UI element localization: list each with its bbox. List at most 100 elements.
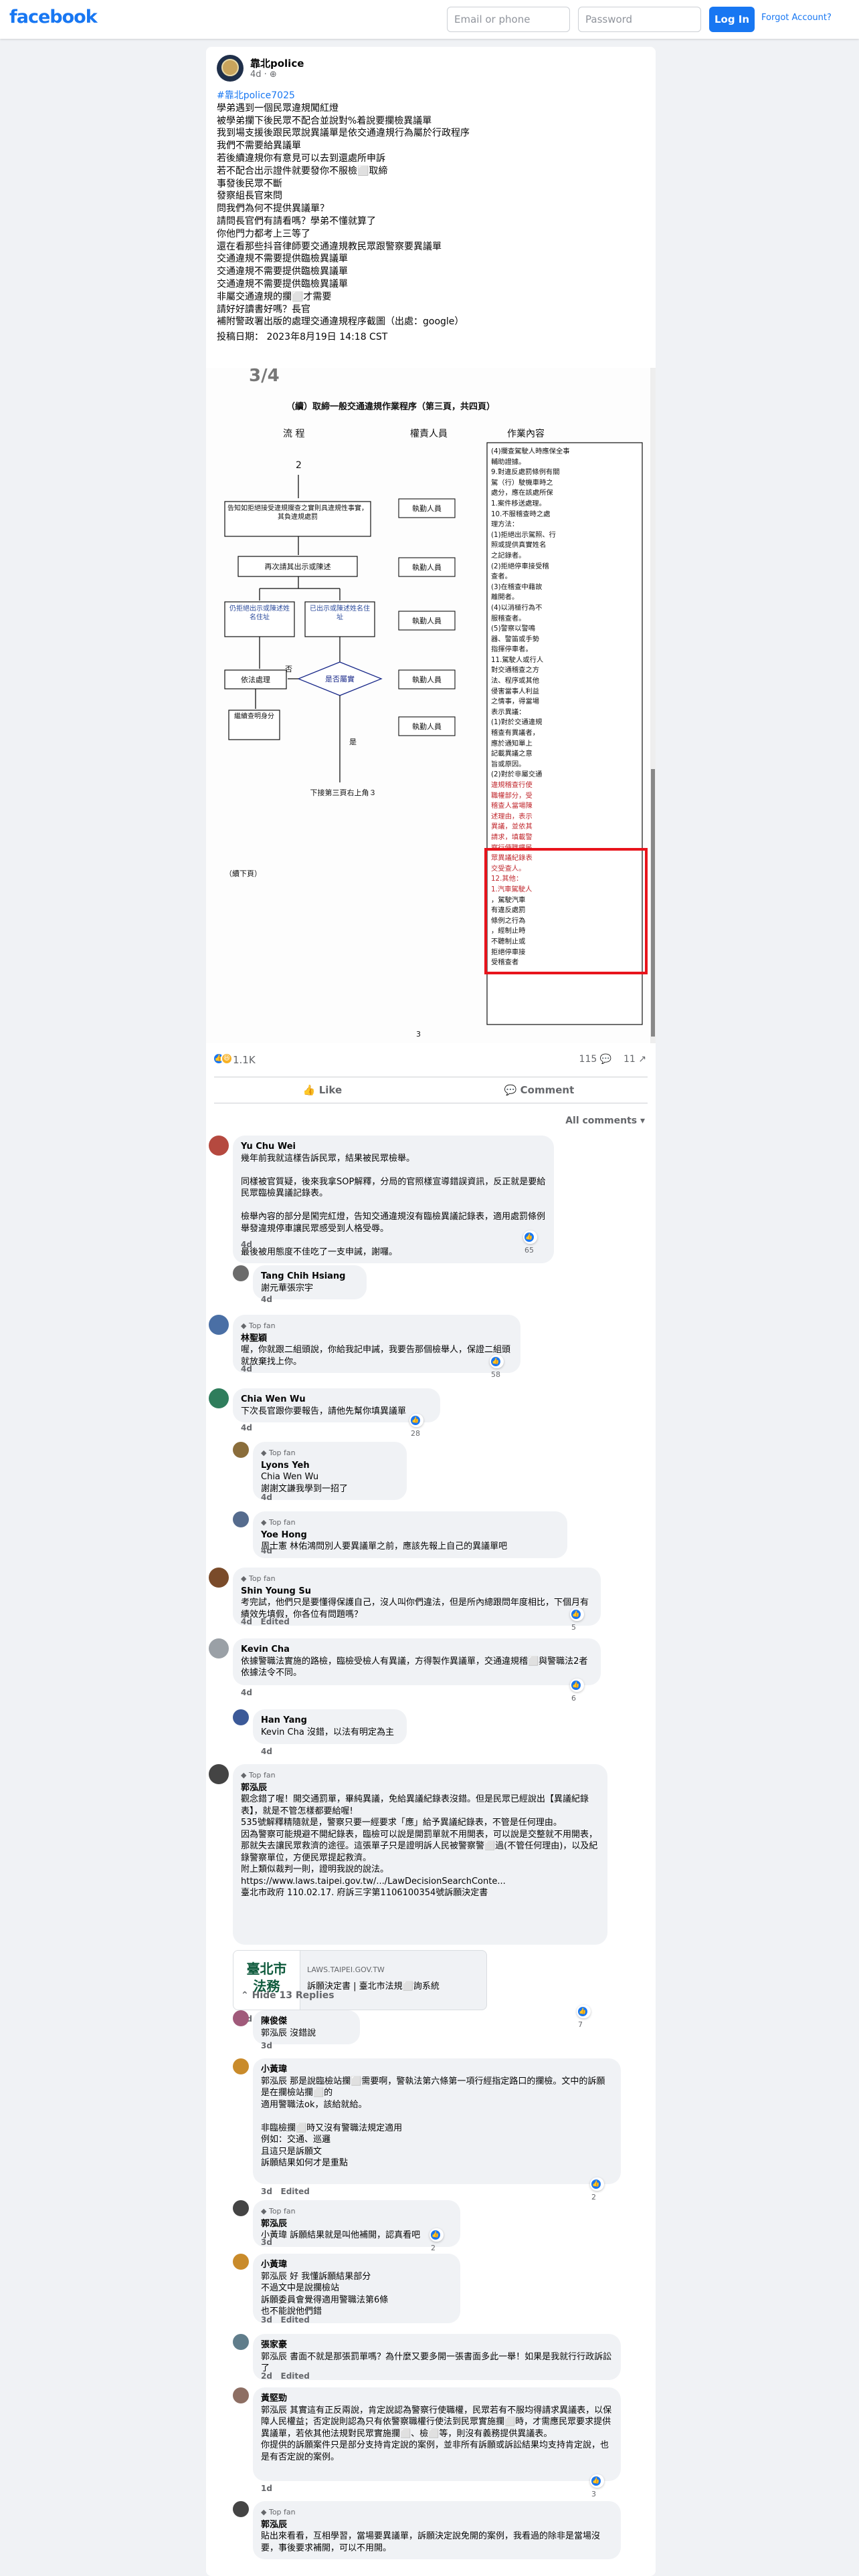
comment-reactions[interactable]: 👍5 [570,1608,584,1632]
reaction-icons[interactable]: 👍 😆 [213,1053,233,1066]
like-reaction-icon: 👍 [411,1416,420,1425]
commenter-name[interactable]: Shin Young Su [241,1586,593,1598]
comment-reactions[interactable]: 👍3 [590,2474,604,2498]
comment-meta: 4d Edited [241,1617,290,1626]
comment-time[interactable]: 4d [241,1423,252,1432]
page-avatar[interactable] [217,55,244,82]
commenter-avatar[interactable] [209,1315,229,1335]
like-reaction-icon: 👍 [524,1232,534,1242]
commenter-name[interactable]: 郭泓辰 [241,1782,599,1794]
comment-time[interactable]: 3d [261,2315,272,2325]
comment-time[interactable]: 4d [261,1295,272,1304]
forgot-account-link[interactable]: Forgot Account? [761,13,832,23]
content-line: 受稽查者 [491,958,519,967]
commenter-avatar[interactable] [209,1568,229,1588]
comment-sort-dropdown[interactable]: All comments ▾ [565,1115,645,1126]
comment-time[interactable]: 4d [241,1688,252,1697]
like-button[interactable]: 👍 Like [214,1077,431,1103]
comment-button[interactable]: 💬 Comment [431,1077,648,1103]
comment-reactions[interactable]: 👍 28 [409,1414,423,1438]
top-navigation-bar: facebook Email or phone Password Log In … [0,0,859,39]
commenter-avatar[interactable] [233,2501,249,2517]
comment-share-count[interactable]: 115 💬 11 ↗ [579,1054,646,1065]
content-line: 離開者。 [491,593,519,602]
commenter-avatar[interactable] [233,2387,249,2403]
comment-time[interactable]: 4d [241,1240,252,1249]
commenter-avatar[interactable] [233,1511,249,1527]
comment-reactions[interactable]: 👍6 [570,1679,584,1703]
flow-diamond-text: 是否屬實 [325,674,355,683]
comment-time[interactable]: 3d [261,2238,272,2247]
commenter-avatar[interactable] [209,1638,229,1658]
comment-time[interactable]: 4d [241,1364,252,1374]
commenter-name[interactable]: Yu Chu Wei [241,1141,546,1153]
commenter-name[interactable]: Yoe Hong [261,1529,559,1541]
comment-time[interactable]: 1d [261,2484,272,2493]
commenter-name[interactable]: Tang Chih Hsiang [261,1271,359,1283]
commenter-avatar[interactable] [233,2334,249,2350]
commenter-avatar[interactable] [209,1388,229,1408]
comment-label: Comment [520,1084,575,1096]
comment-time[interactable]: 3d [261,2187,272,2196]
commenter-name[interactable]: 張家豪 [261,2339,613,2351]
reaction-count[interactable]: 1.1K [233,1054,256,1066]
comment-text: 郭泓辰 沒錯說 [261,2028,316,2038]
password-input[interactable]: Password [578,7,701,32]
commenter-avatar[interactable] [233,1442,249,1458]
doc-page-number: 3 [416,1030,421,1039]
comment-reactions[interactable]: 👍7 [577,2005,591,2029]
comment-meta: 4d [261,1295,272,1304]
content-line: 駕（行）駛機車時之 [491,478,553,487]
comment-time[interactable]: 4d [261,1546,272,1555]
commenter-name[interactable]: Chia Wen Wu [241,1394,432,1406]
comment-reactions[interactable]: 👍 58 [490,1355,504,1379]
content-line: 侵害當事人利益 [491,687,540,695]
share-count[interactable]: 11 [624,1054,636,1065]
comment-text: 考完試，他們只是要懂得保護自己，沒人叫你們違法，但是所內總跟問年度相比，下個月有… [241,1598,589,1620]
commenter-avatar[interactable] [233,2010,249,2026]
comment-time[interactable]: 3d [261,2041,272,2050]
comment-reactions[interactable]: 👍2 [590,2177,604,2202]
comment-text: 貼出來看看，互相學習，當場要異議單，訴願決定說免開的案例，我看過的除非是當場沒要… [261,2531,601,2553]
comment-time[interactable]: 4d [261,1747,272,1756]
commenter-avatar[interactable] [233,2200,249,2216]
comment-time[interactable]: 2d [261,2371,272,2381]
content-line: 11.駕駛人或行人 [491,655,544,664]
commenter-name[interactable]: Han Yang [261,1715,399,1727]
commenter-name[interactable]: 小黃瑋 [261,2259,452,2271]
commenter-avatar[interactable] [233,2058,249,2074]
commenter-name[interactable]: Lyons Yeh [261,1460,399,1472]
email-input[interactable]: Email or phone [447,7,570,32]
commenter-name[interactable]: 林聖穎 [241,1333,512,1345]
hide-replies-toggle[interactable]: ⌃ Hide 13 Replies [241,1990,335,2001]
link-preview-card[interactable]: 臺北市 法務 LAWS.TAIPEI.GOV.TW 訴願決定書 | 臺北市法規⬜詢系… [233,1950,487,2010]
commenter-name[interactable]: Kevin Cha [241,1644,593,1656]
comment-text: 郭泓辰 好 我懂訴願結果部分 不過文中是說攔檢站 訴願委員會覺得適用警職法第6條… [261,2271,389,2317]
post-hashtag[interactable]: #靠北police7025 [217,90,295,101]
page-name[interactable]: 靠北police [250,56,304,70]
facebook-logo[interactable]: facebook [9,7,98,27]
commenter-avatar[interactable] [209,1764,229,1784]
comment-time[interactable]: 4d [241,1617,252,1626]
commenter-name[interactable]: 郭泓辰 [261,2218,452,2230]
commenter-name[interactable]: 郭泓辰 [261,2519,613,2531]
commenter-avatar[interactable] [233,2254,249,2270]
comment-reaction-count: 6 [571,1694,576,1703]
comment-time[interactable]: 4d [261,1493,272,1502]
comment-count[interactable]: 115 [579,1054,597,1065]
commenter-name[interactable]: 小黃瑋 [261,2064,613,2076]
comment-reactions[interactable]: 👍 65 [523,1230,537,1255]
commenter-name[interactable]: 陳俊傑 [261,2016,352,2028]
comment-reactions[interactable]: 👍2 [430,2228,444,2252]
post-timestamp[interactable]: 4d · ⊕ [250,70,277,80]
commenter-name[interactable]: 黃堅勁 [261,2393,613,2405]
commenter-avatar[interactable] [233,1709,249,1725]
comment-text: 依據警職法實施的路檢，臨檢受檢人有異議，方得製作異議單，交通違規稽⬜與警職法2者… [241,1656,588,1679]
hide-replies-label: Hide 13 Replies [252,1990,335,2001]
commenter-avatar[interactable] [233,1265,249,1281]
commenter-avatar[interactable] [209,1136,229,1156]
comment-meta: 4d [261,1546,272,1555]
content-line: (3)在稽查中藉故 [491,582,543,591]
login-button[interactable]: Log In [709,7,755,32]
post-image[interactable]: 3/4 （續）取締一般交通違規作業程序（第三頁，共四頁） 流 程 權責人員 作業… [206,368,656,1043]
